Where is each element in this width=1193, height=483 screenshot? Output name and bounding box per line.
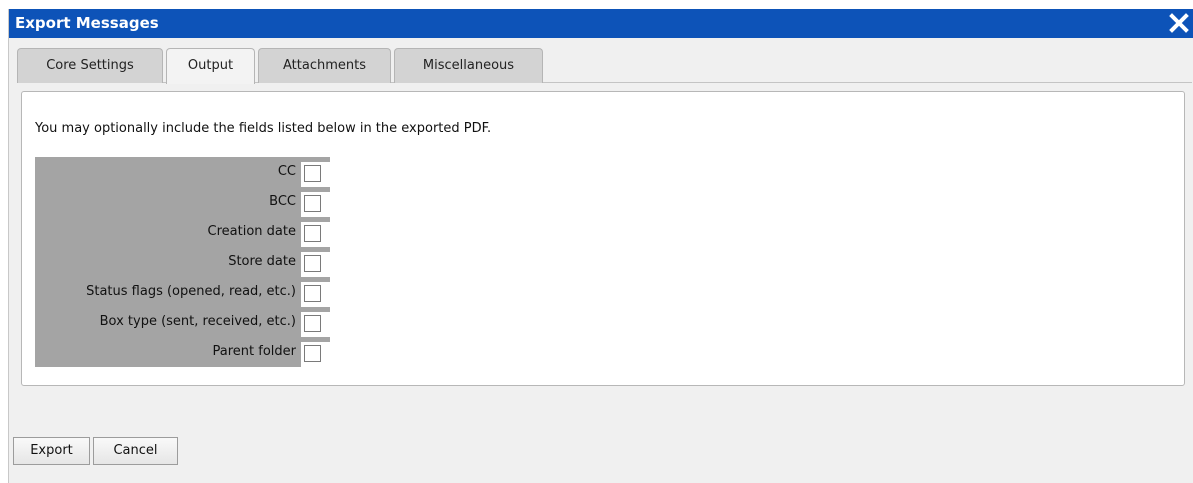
- tab-label: Attachments: [283, 58, 366, 73]
- checkbox-cell: [301, 282, 330, 307]
- output-intro-text: You may optionally include the fields li…: [35, 121, 492, 136]
- checkbox-cell: [301, 312, 330, 337]
- field-row-parent-folder: Parent folder: [35, 337, 330, 367]
- export-button[interactable]: Export: [13, 437, 90, 465]
- titlebar: Export Messages: [9, 9, 1193, 38]
- field-label-creation-date: Creation date: [207, 224, 296, 239]
- field-label-status-flags: Status flags (opened, read, etc.): [86, 284, 296, 299]
- field-row-bcc: BCC: [35, 187, 330, 217]
- field-label-bcc: BCC: [269, 194, 296, 209]
- field-label-cc: CC: [277, 164, 296, 179]
- creation-date-checkbox[interactable]: [304, 225, 321, 242]
- field-row-status-flags: Status flags (opened, read, etc.): [35, 277, 330, 307]
- close-icon[interactable]: [1168, 12, 1190, 34]
- cc-checkbox[interactable]: [304, 165, 321, 182]
- field-label-parent-folder: Parent folder: [212, 344, 296, 359]
- tab-output[interactable]: Output: [166, 48, 255, 84]
- bcc-checkbox[interactable]: [304, 195, 321, 212]
- checkbox-cell: [301, 192, 330, 217]
- parent-folder-checkbox[interactable]: [304, 345, 321, 362]
- field-row-store-date: Store date: [35, 247, 330, 277]
- checkbox-cell: [301, 342, 330, 367]
- field-row-box-type: Box type (sent, received, etc.): [35, 307, 330, 337]
- store-date-checkbox[interactable]: [304, 255, 321, 272]
- field-row-cc: CC: [35, 157, 330, 187]
- field-options-table: CC BCC Creation date Store date Status f…: [35, 157, 330, 367]
- cancel-button[interactable]: Cancel: [93, 437, 178, 465]
- checkbox-cell: [301, 252, 330, 277]
- tab-miscellaneous[interactable]: Miscellaneous: [394, 48, 543, 83]
- export-messages-dialog: Export Messages Core Settings Output Att…: [8, 9, 1193, 483]
- box-type-checkbox[interactable]: [304, 315, 321, 332]
- field-label-box-type: Box type (sent, received, etc.): [99, 314, 296, 329]
- output-panel: You may optionally include the fields li…: [21, 91, 1185, 386]
- status-flags-checkbox[interactable]: [304, 285, 321, 302]
- tab-core-settings[interactable]: Core Settings: [17, 48, 163, 83]
- checkbox-cell: [301, 222, 330, 247]
- field-label-store-date: Store date: [228, 254, 296, 269]
- dialog-title: Export Messages: [15, 14, 159, 32]
- tab-attachments[interactable]: Attachments: [258, 48, 391, 83]
- tab-label: Output: [187, 58, 234, 73]
- checkbox-cell: [301, 162, 330, 187]
- field-row-creation-date: Creation date: [35, 217, 330, 247]
- tab-label: Core Settings: [46, 58, 134, 73]
- tab-label: Miscellaneous: [422, 58, 515, 73]
